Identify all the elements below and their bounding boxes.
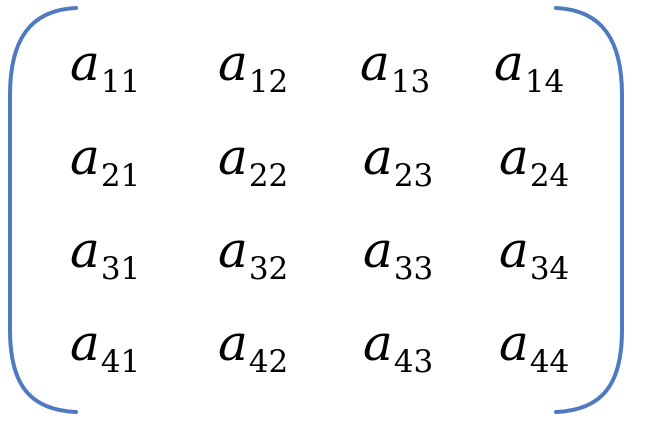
entry-a44: a44 (499, 318, 569, 378)
entry-a43: a43 (363, 318, 433, 378)
entry-subscript: 24 (529, 158, 570, 194)
entry-subscript: 32 (248, 251, 289, 287)
entry-subscript: 33 (393, 251, 434, 287)
entry-subscript: 13 (390, 64, 431, 100)
entry-a23: a23 (363, 132, 433, 192)
entry-a33: a33 (363, 225, 433, 285)
entry-subscript: 31 (100, 251, 141, 287)
entry-a32: a32 (218, 225, 288, 285)
entry-variable: a (499, 128, 529, 186)
entry-subscript: 12 (248, 64, 289, 100)
entry-a22: a22 (218, 132, 288, 192)
entry-variable: a (218, 128, 248, 186)
entry-subscript: 41 (100, 344, 141, 380)
entry-variable: a (218, 34, 248, 92)
matrix: a11 a12 a13 a14 a21 a22 a23 a24 a31 a32 … (0, 0, 645, 425)
entry-variable: a (360, 34, 390, 92)
entry-subscript: 11 (100, 64, 141, 100)
entry-a21: a21 (70, 132, 140, 192)
entry-subscript: 14 (524, 64, 565, 100)
entry-a13: a13 (360, 38, 430, 98)
entry-variable: a (363, 128, 393, 186)
entry-subscript: 21 (100, 158, 141, 194)
entry-subscript: 22 (248, 158, 289, 194)
entry-variable: a (70, 314, 100, 372)
entry-variable: a (363, 221, 393, 279)
entry-subscript: 44 (529, 344, 570, 380)
entry-variable: a (70, 128, 100, 186)
entry-variable: a (218, 314, 248, 372)
entry-subscript: 43 (393, 344, 434, 380)
entry-variable: a (499, 221, 529, 279)
entry-a11: a11 (70, 38, 140, 98)
entry-subscript: 42 (248, 344, 289, 380)
entry-variable: a (494, 34, 524, 92)
entry-subscript: 34 (529, 251, 570, 287)
entry-subscript: 23 (393, 158, 434, 194)
entry-a12: a12 (218, 38, 288, 98)
entry-a24: a24 (499, 132, 569, 192)
entry-a41: a41 (70, 318, 140, 378)
entry-variable: a (363, 314, 393, 372)
entry-a31: a31 (70, 225, 140, 285)
entry-a42: a42 (218, 318, 288, 378)
entry-a34: a34 (499, 225, 569, 285)
entry-variable: a (499, 314, 529, 372)
entry-a14: a14 (494, 38, 564, 98)
entry-variable: a (70, 34, 100, 92)
entry-variable: a (70, 221, 100, 279)
entry-variable: a (218, 221, 248, 279)
left-bracket (8, 6, 78, 414)
